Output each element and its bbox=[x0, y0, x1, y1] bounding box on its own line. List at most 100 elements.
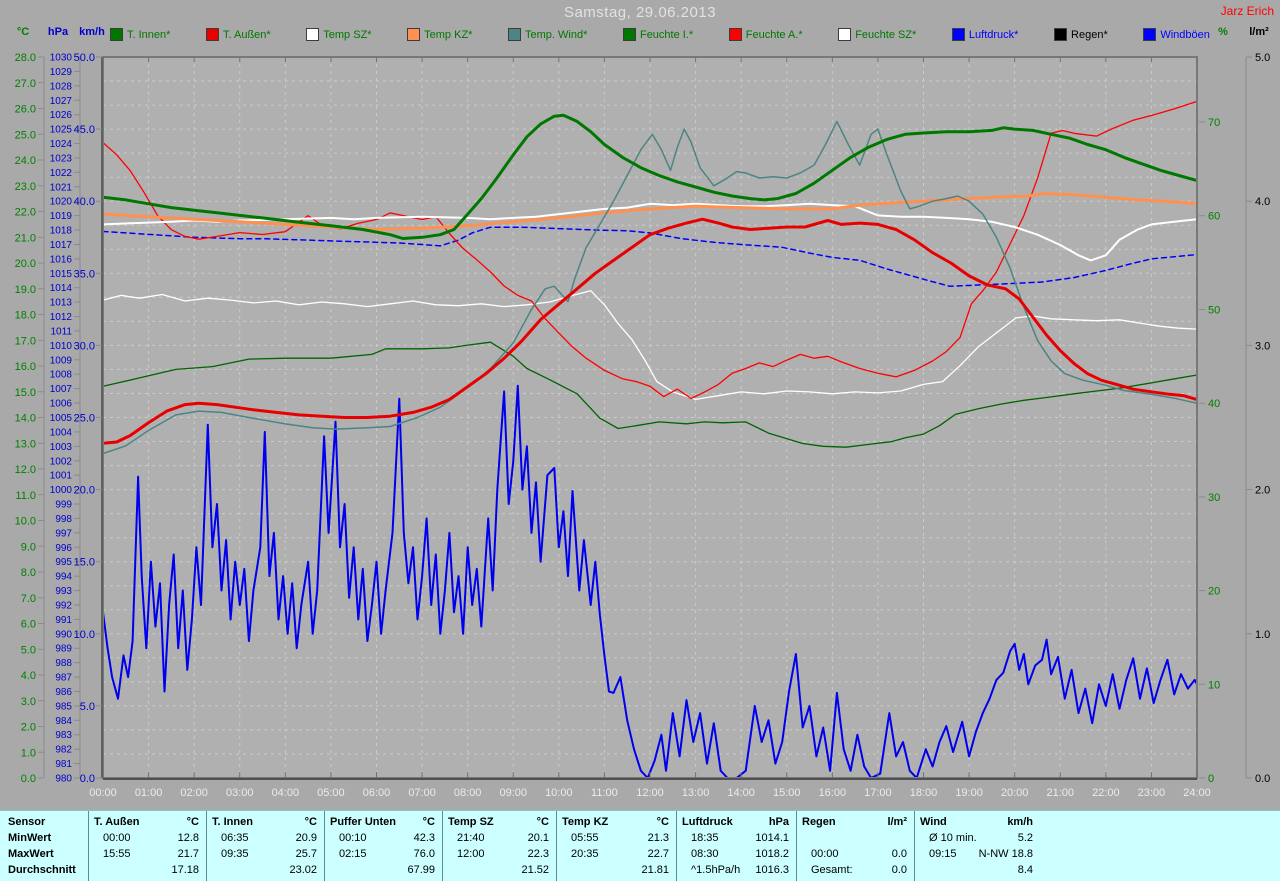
table-group-wind: Windkm/hØ 10 min.5.209:15N-NW 18.88.4 bbox=[914, 811, 1040, 881]
table-sensor-name: T. Innen bbox=[212, 814, 253, 830]
stats-table: SensorMinWertMaxWertDurchschnittT. Außen… bbox=[0, 810, 1280, 881]
tick-label-celsius: 22.0 bbox=[15, 207, 36, 219]
tick-label-hpa: 1010 bbox=[50, 341, 73, 352]
tick-label-celsius: 15.0 bbox=[15, 387, 36, 399]
tick-label-hpa: 993 bbox=[55, 586, 72, 597]
tick-label-lm2: 3.0 bbox=[1255, 340, 1270, 352]
table-row-label: MinWert bbox=[8, 830, 51, 846]
table-cell-value: 0.0 bbox=[892, 846, 907, 862]
table-cell-time: 08:30 bbox=[691, 846, 719, 862]
tick-label-celsius: 21.0 bbox=[15, 232, 36, 244]
table-sensor-unit: °C bbox=[305, 814, 317, 830]
tick-label-hpa: 1021 bbox=[50, 182, 73, 193]
tick-label-hpa: 996 bbox=[55, 543, 72, 554]
tick-label-hpa: 997 bbox=[55, 528, 72, 539]
table-cell-time: ^1.5hPa/h bbox=[691, 862, 740, 878]
chart-plot: 28.027.026.025.024.023.022.021.020.019.0… bbox=[0, 0, 1280, 810]
table-cell-time: 15:55 bbox=[103, 846, 131, 862]
x-axis-label: 24:00 bbox=[1183, 787, 1211, 799]
tick-label-hpa: 983 bbox=[55, 730, 72, 741]
x-axis-label: 10:00 bbox=[545, 787, 573, 799]
tick-label-hpa: 986 bbox=[55, 687, 72, 698]
tick-label-kmh: 20.0 bbox=[74, 485, 95, 497]
x-axis-label: 20:00 bbox=[1001, 787, 1029, 799]
table-group-regen: Regenl/m²00:000.0Gesamt:0.0 bbox=[796, 811, 914, 881]
table-cell-value: 17.18 bbox=[171, 862, 199, 878]
tick-label-hpa: 1029 bbox=[50, 67, 73, 78]
tick-label-hpa: 1005 bbox=[50, 413, 73, 424]
table-cell-value: 23.02 bbox=[289, 862, 317, 878]
table-cell-value: 12.8 bbox=[178, 830, 199, 846]
tick-label-hpa: 981 bbox=[55, 759, 72, 770]
tick-label-celsius: 27.0 bbox=[15, 78, 36, 90]
table-cell-value: 42.3 bbox=[414, 830, 435, 846]
tick-label-hpa: 991 bbox=[55, 615, 72, 626]
x-axis-label: 07:00 bbox=[408, 787, 436, 799]
tick-label-percent: 10 bbox=[1208, 679, 1220, 691]
tick-label-celsius: 12.0 bbox=[15, 464, 36, 476]
tick-label-hpa: 1008 bbox=[50, 370, 73, 381]
tick-label-hpa: 1006 bbox=[50, 399, 73, 410]
table-cell-time: 21:40 bbox=[457, 830, 485, 846]
tick-label-kmh: 40.0 bbox=[74, 196, 95, 208]
table-cell-value: 1016.3 bbox=[755, 862, 789, 878]
tick-label-kmh: 10.0 bbox=[74, 629, 95, 641]
table-cell-value: 1018.2 bbox=[755, 846, 789, 862]
table-group-temp-kz: Temp KZ°C05:5521.320:3522.721.81 bbox=[556, 811, 676, 881]
tick-label-hpa: 1019 bbox=[50, 211, 73, 222]
tick-label-celsius: 8.0 bbox=[21, 567, 36, 579]
table-cell-value: 0.0 bbox=[892, 862, 907, 878]
tick-label-kmh: 15.0 bbox=[74, 557, 95, 569]
table-sensor-name: Puffer Unten bbox=[330, 814, 396, 830]
tick-label-hpa: 988 bbox=[55, 658, 72, 669]
x-axis-label: 19:00 bbox=[955, 787, 983, 799]
table-cell-value: 21.7 bbox=[178, 846, 199, 862]
tick-label-kmh: 35.0 bbox=[74, 268, 95, 280]
table-cell-value: 21.52 bbox=[521, 862, 549, 878]
table-cell-time: Gesamt: bbox=[811, 862, 853, 878]
table-group-puffer-unten: Puffer Unten°C00:1042.302:1576.067.99 bbox=[324, 811, 442, 881]
tick-label-hpa: 984 bbox=[55, 716, 72, 727]
x-axis-label: 02:00 bbox=[180, 787, 208, 799]
tick-label-percent: 30 bbox=[1208, 492, 1220, 504]
table-cell-value: 22.3 bbox=[528, 846, 549, 862]
table-cell-time: 20:35 bbox=[571, 846, 599, 862]
tick-label-hpa: 1017 bbox=[50, 240, 73, 251]
tick-label-celsius: 23.0 bbox=[15, 181, 36, 193]
tick-label-celsius: 16.0 bbox=[15, 361, 36, 373]
tick-label-hpa: 1000 bbox=[50, 485, 73, 496]
tick-label-celsius: 3.0 bbox=[21, 696, 36, 708]
tick-label-percent: 20 bbox=[1208, 586, 1220, 598]
tick-label-celsius: 11.0 bbox=[15, 490, 36, 502]
table-cell-time: 00:00 bbox=[103, 830, 131, 846]
table-cell-time: 12:00 bbox=[457, 846, 485, 862]
table-group-luftdruck: LuftdruckhPa18:351014.108:301018.2^1.5hP… bbox=[676, 811, 796, 881]
table-cell-value: 67.99 bbox=[407, 862, 435, 878]
tick-label-hpa: 999 bbox=[55, 500, 72, 511]
tick-label-celsius: 0.0 bbox=[21, 773, 36, 785]
table-sensor-name: Regen bbox=[802, 814, 836, 830]
x-axis-label: 12:00 bbox=[636, 787, 664, 799]
tick-label-celsius: 14.0 bbox=[15, 413, 36, 425]
tick-label-celsius: 26.0 bbox=[15, 104, 36, 116]
tick-label-celsius: 24.0 bbox=[15, 155, 36, 167]
table-row-label: MaxWert bbox=[8, 846, 54, 862]
table-sensor-unit: °C bbox=[537, 814, 549, 830]
tick-label-hpa: 1012 bbox=[50, 312, 73, 323]
x-axis-label: 01:00 bbox=[135, 787, 163, 799]
tick-label-lm2: 5.0 bbox=[1255, 52, 1270, 64]
tick-label-celsius: 17.0 bbox=[15, 335, 36, 347]
tick-label-hpa: 1015 bbox=[50, 269, 73, 280]
x-axis-label: 05:00 bbox=[317, 787, 345, 799]
x-axis-label: 23:00 bbox=[1138, 787, 1166, 799]
tick-label-hpa: 982 bbox=[55, 745, 72, 756]
tick-label-hpa: 1020 bbox=[50, 197, 73, 208]
tick-label-hpa: 994 bbox=[55, 572, 72, 583]
tick-label-celsius: 10.0 bbox=[15, 516, 36, 528]
table-cell-value: 76.0 bbox=[414, 846, 435, 862]
x-axis-label: 00:00 bbox=[89, 787, 117, 799]
table-sensor-unit: hPa bbox=[769, 814, 789, 830]
table-sensor-name: Temp SZ bbox=[448, 814, 494, 830]
tick-label-kmh: 5.0 bbox=[80, 701, 95, 713]
tick-label-hpa: 1013 bbox=[50, 298, 73, 309]
